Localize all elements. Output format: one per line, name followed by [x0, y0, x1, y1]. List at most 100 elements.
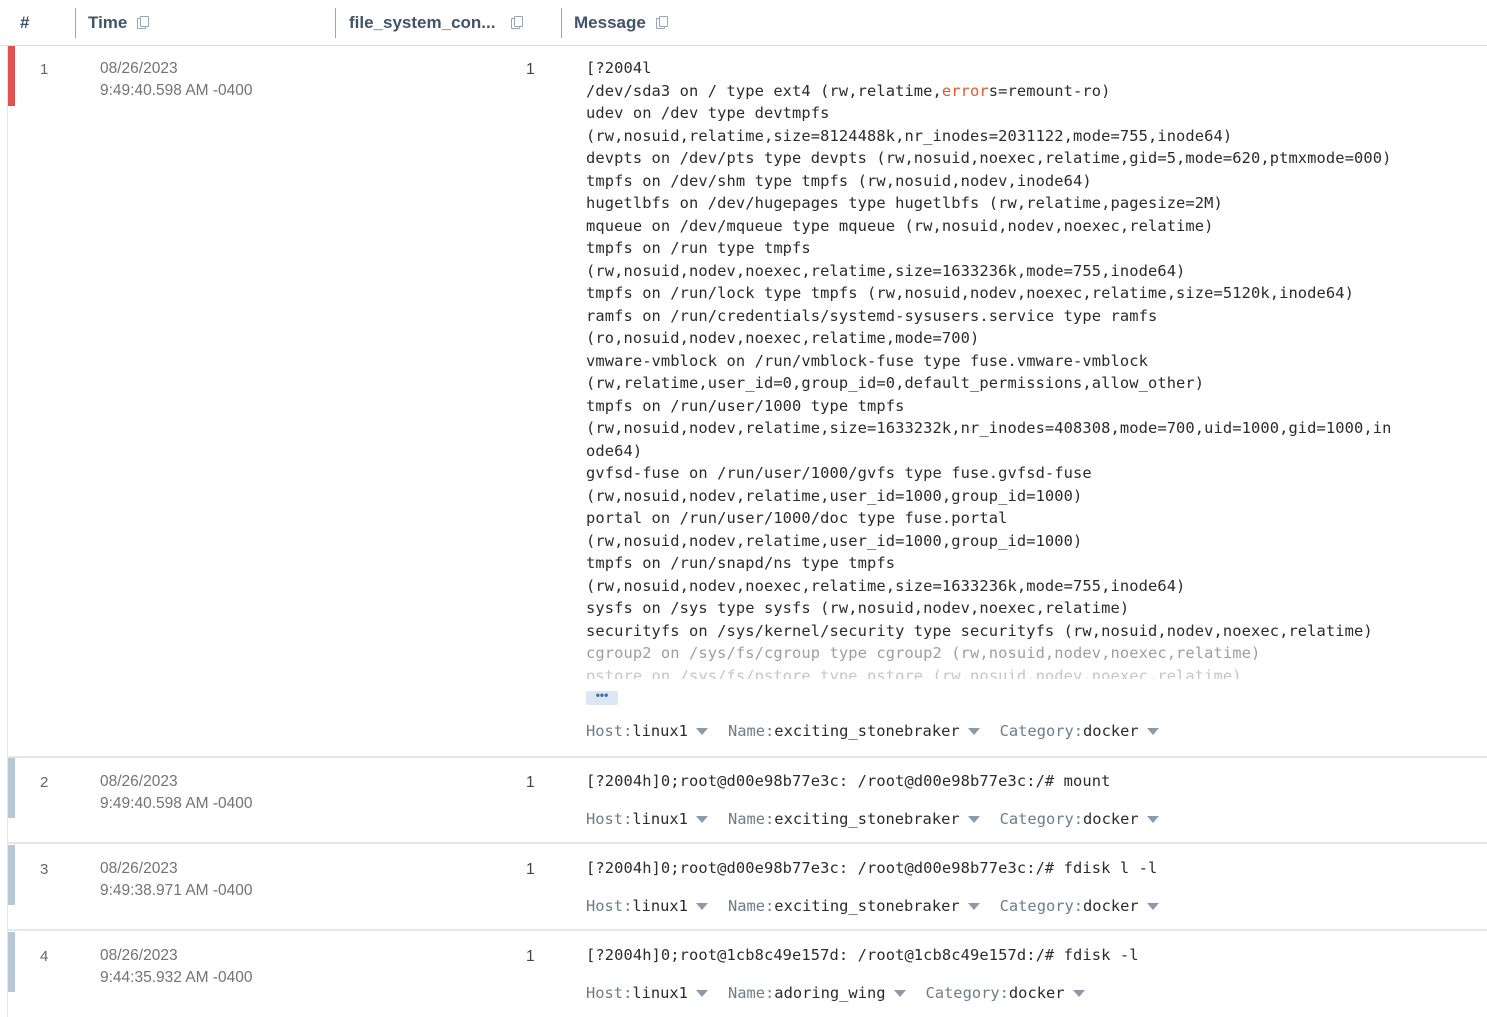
- chevron-down-icon[interactable]: [695, 989, 708, 997]
- table-row[interactable]: 3 08/26/2023 9:49:38.971 AM -0400 1 [?20…: [8, 845, 1487, 931]
- message-line: tmpfs on /run/user/1000 type tmpfs: [586, 396, 905, 415]
- row-fs-value: 1: [526, 861, 535, 878]
- category-key: Category:: [999, 722, 1084, 740]
- row-fs-value: 1: [526, 61, 535, 78]
- table-row[interactable]: 4 08/26/2023 9:44:35.932 AM -0400 1 [?20…: [8, 932, 1487, 1017]
- message-line: (rw,nosuid,nodev,noexec,relatime,size=16…: [586, 261, 1186, 280]
- table-header: # Time file_system_con... Message: [0, 0, 1487, 46]
- message-body[interactable]: [?2004h]0;root@d00e98b77e3c: /root@d00e9…: [586, 770, 1111, 793]
- category-value[interactable]: docker: [1083, 810, 1139, 828]
- category-key: Category:: [999, 810, 1084, 828]
- column-fs-label: file_system_con...: [349, 12, 496, 32]
- message-line: securityfs on /sys/kernel/security type …: [586, 621, 1373, 640]
- category-value[interactable]: docker: [1083, 722, 1139, 740]
- chevron-down-icon[interactable]: [893, 989, 906, 997]
- column-header-index[interactable]: #: [20, 0, 29, 45]
- message-line: tmpfs on /run/snapd/ns type tmpfs: [586, 554, 896, 572]
- row-time: 9:49:40.598 AM -0400: [100, 795, 253, 812]
- row-time: 9:49:38.971 AM -0400: [100, 882, 253, 899]
- message-line: gvfsd-fuse on /run/user/1000/gvfs type f…: [586, 464, 1092, 482]
- row-index: 3: [40, 861, 49, 878]
- message-line: mqueue on /dev/mqueue type mqueue (rw,no…: [586, 216, 1214, 235]
- message-line: tmpfs on /dev/shm type tmpfs (rw,nosuid,…: [586, 171, 1092, 190]
- message-body[interactable]: [?2004l/dev/sda3 on / type ext4 (rw,rela…: [586, 57, 1391, 679]
- name-value[interactable]: exciting_stonebraker: [774, 810, 959, 828]
- chevron-down-icon[interactable]: [695, 902, 708, 910]
- chevron-down-icon[interactable]: [1146, 902, 1159, 910]
- chevron-down-icon[interactable]: [967, 902, 980, 910]
- host-value[interactable]: linux1: [632, 984, 688, 1002]
- message-line: cgroup2 on /sys/fs/cgroup type cgroup2 (…: [586, 644, 1261, 662]
- column-resize-handle[interactable]: [75, 8, 76, 38]
- chevron-down-icon[interactable]: [967, 727, 980, 735]
- message-line: (rw,nosuid,nodev,relatime,user_id=1000,g…: [586, 531, 1083, 550]
- chevron-down-icon[interactable]: [1146, 815, 1159, 823]
- message-line: ramfs on /run/credentials/systemd-sysuse…: [586, 306, 1158, 325]
- host-value[interactable]: linux1: [632, 810, 688, 828]
- name-value[interactable]: exciting_stonebraker: [774, 897, 959, 915]
- table-row[interactable]: 2 08/26/2023 9:49:40.598 AM -0400 1 [?20…: [8, 758, 1487, 844]
- column-time-label: Time: [88, 12, 128, 32]
- message-line: (rw,relatime,user_id=0,group_id=0,defaul…: [586, 374, 1205, 392]
- name-value[interactable]: adoring_wing: [774, 984, 885, 1002]
- row-date: 08/26/2023: [100, 60, 178, 77]
- name-key: Name:: [727, 897, 775, 915]
- table-row[interactable]: 1 08/26/2023 9:49:40.598 AM -0400 1 [?20…: [8, 46, 1487, 758]
- chevron-down-icon[interactable]: [695, 815, 708, 823]
- row-time: 9:49:40.598 AM -0400: [100, 82, 253, 99]
- message-body[interactable]: [?2004h]0;root@d00e98b77e3c: /root@d00e9…: [586, 857, 1157, 880]
- row-metadata: Host: linux1 Name: exciting_stonebraker Ca…: [586, 722, 1179, 740]
- column-index-label: #: [20, 12, 30, 32]
- row-fs-value: 1: [526, 774, 535, 791]
- column-header-time[interactable]: Time: [88, 0, 150, 45]
- host-key: Host:: [586, 810, 633, 828]
- message-line: (rw,nosuid,nodev,relatime,size=1633232k,…: [586, 419, 1392, 437]
- category-value[interactable]: docker: [1083, 897, 1139, 915]
- message-line: devpts on /dev/pts type devpts (rw,nosui…: [586, 149, 1392, 167]
- row-time: 9:44:35.932 AM -0400: [100, 969, 253, 986]
- message-line: portal on /run/user/1000/doc type fuse.p…: [586, 509, 1008, 527]
- message-line: hugetlbfs on /dev/hugepages type hugetlb…: [586, 194, 1223, 212]
- chevron-down-icon[interactable]: [1146, 727, 1159, 735]
- host-value[interactable]: linux1: [632, 897, 688, 915]
- column-resize-handle[interactable]: [335, 8, 336, 38]
- message-line: /dev/sda3 on / type ext4 (rw,relatime,er…: [586, 81, 1111, 100]
- status-bar: [8, 845, 15, 905]
- message-line: (ro,nosuid,nodev,noexec,relatime,mode=70…: [586, 329, 980, 347]
- message-line: tmpfs on /run/lock type tmpfs (rw,nosuid…: [586, 284, 1355, 302]
- message-body[interactable]: [?2004h]0;root@1cb8c49e157d: /root@1cb8c…: [586, 944, 1139, 967]
- chevron-down-icon[interactable]: [967, 815, 980, 823]
- expand-message-button[interactable]: •••: [586, 689, 618, 705]
- message-line: sysfs on /sys type sysfs (rw,nosuid,node…: [586, 599, 1130, 617]
- status-bar: [8, 932, 15, 992]
- message-line: ode64): [586, 441, 643, 460]
- row-timestamp: 08/26/2023 9:44:35.932 AM -0400: [100, 945, 253, 989]
- row-index: 4: [40, 948, 49, 965]
- name-key: Name:: [727, 984, 775, 1002]
- copy-icon[interactable]: [137, 16, 150, 29]
- chevron-down-icon[interactable]: [1072, 989, 1085, 997]
- copy-icon[interactable]: [511, 16, 524, 29]
- message-line: [?2004l: [586, 59, 652, 77]
- message-line: tmpfs on /run type tmpfs: [586, 239, 811, 257]
- message-line: udev on /dev type devtmpfs: [586, 104, 830, 122]
- host-value[interactable]: linux1: [632, 722, 688, 740]
- row-date: 08/26/2023: [100, 773, 178, 790]
- chevron-down-icon[interactable]: [695, 727, 708, 735]
- message-line: pstore on /sys/fs/pstore type pstore (rw…: [586, 666, 1242, 679]
- category-value[interactable]: docker: [1009, 984, 1065, 1002]
- message-line: (rw,nosuid,relatime,size=8124488k,nr_ino…: [586, 126, 1233, 145]
- category-key: Category:: [999, 897, 1084, 915]
- error-status-bar: [8, 46, 15, 106]
- host-key: Host:: [586, 984, 633, 1002]
- copy-icon[interactable]: [655, 16, 668, 29]
- row-timestamp: 08/26/2023 9:49:40.598 AM -0400: [100, 771, 253, 815]
- column-resize-handle[interactable]: [561, 8, 562, 38]
- column-header-message[interactable]: Message: [574, 0, 668, 45]
- row-metadata: Host: linux1 Name: exciting_stonebraker Ca…: [586, 897, 1179, 915]
- column-header-fs[interactable]: file_system_con...: [349, 0, 524, 45]
- column-message-label: Message: [574, 12, 646, 32]
- host-key: Host:: [586, 722, 633, 740]
- name-key: Name:: [727, 722, 775, 740]
- name-value[interactable]: exciting_stonebraker: [774, 722, 959, 740]
